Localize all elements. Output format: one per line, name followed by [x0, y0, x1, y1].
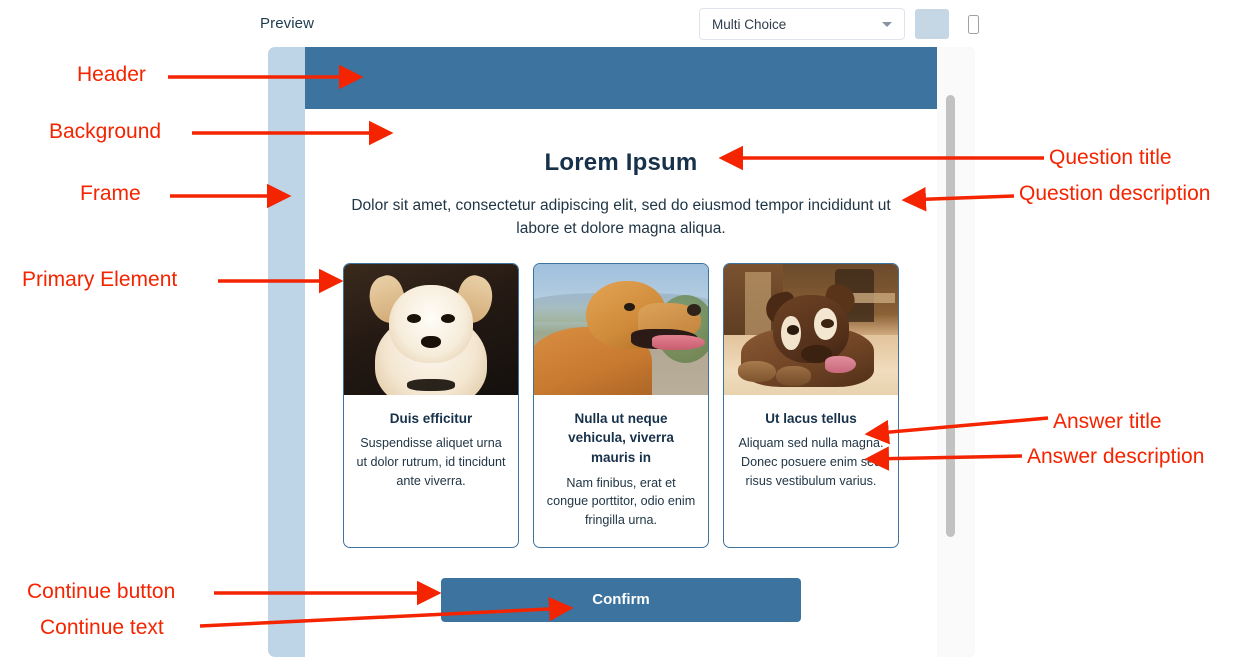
answer-description: Aliquam sed nulla magna. Donec posuere e… [738, 436, 884, 489]
annotation-label-question-title: Question title [1049, 146, 1172, 169]
annotation-label-continue-text: Continue text [40, 616, 164, 639]
preview-scrollbar[interactable] [937, 47, 975, 657]
answer-text: Nulla ut neque vehicula, viverra mauris … [534, 395, 708, 540]
continue-button-wrap: Confirm [327, 577, 915, 622]
scrollbar-track[interactable] [946, 47, 955, 657]
answer-card[interactable]: Nulla ut neque vehicula, viverra mauris … [533, 262, 709, 548]
question-description: Dolor sit amet, consectetur adipiscing e… [351, 197, 891, 237]
desktop-view-button[interactable] [915, 9, 949, 39]
answer-text: Ut lacus tellus Aliquam sed nulla magna.… [724, 395, 898, 501]
mobile-view-button[interactable] [956, 9, 990, 39]
answer-card-list: Duis efficitur Suspendisse aliquet urna … [327, 262, 915, 548]
monitor-icon [923, 16, 942, 33]
preview-frame: Lorem Ipsum Dolor sit amet, consectetur … [268, 47, 975, 657]
annotation-label-primary-element: Primary Element [22, 268, 178, 291]
page-title: Preview [260, 15, 315, 32]
annotation-label-answer-description: Answer description [1027, 445, 1205, 468]
answer-image [344, 263, 518, 395]
answer-card[interactable]: Duis efficitur Suspendisse aliquet urna … [343, 262, 519, 548]
answer-image [534, 263, 708, 395]
answer-title: Nulla ut neque vehicula, viverra mauris … [568, 410, 674, 465]
answer-description: Nam finibus, erat et congue porttitor, o… [546, 475, 696, 528]
preview-background: Lorem Ipsum Dolor sit amet, consectetur … [305, 47, 937, 657]
toolbar-controls: Multi Choice [699, 8, 990, 40]
preview-header-bar [305, 47, 937, 109]
screenshot-root: Preview Multi Choice Lorem Ipsum Dolor s… [0, 0, 1250, 667]
answer-title: Duis efficitur [389, 410, 473, 426]
answer-description: Suspendisse aliquet urna ut dolor rutrum… [356, 436, 506, 489]
answer-title: Ut lacus tellus [765, 410, 857, 426]
question-type-select-value: Multi Choice [712, 16, 787, 32]
question-type-select[interactable]: Multi Choice [699, 8, 905, 40]
annotation-label-question-description: Question description [1019, 182, 1211, 205]
annotation-label-frame: Frame [80, 182, 141, 205]
scrollbar-thumb[interactable] [946, 95, 955, 537]
annotation-label-answer-title: Answer title [1053, 410, 1162, 433]
annotation-label-continue-button: Continue button [27, 580, 176, 603]
annotation-label-header: Header [77, 63, 146, 86]
preview-toolbar: Preview Multi Choice [260, 0, 990, 47]
chevron-down-icon [882, 22, 892, 27]
continue-button[interactable]: Confirm [441, 577, 801, 622]
preview-content: Lorem Ipsum Dolor sit amet, consectetur … [305, 149, 937, 622]
view-mode-toggle [915, 9, 990, 39]
answer-image [724, 263, 898, 395]
answer-card[interactable]: Ut lacus tellus Aliquam sed nulla magna.… [723, 262, 899, 548]
phone-icon [967, 14, 979, 34]
answer-text: Duis efficitur Suspendisse aliquet urna … [344, 395, 518, 501]
question-title: Lorem Ipsum [544, 149, 698, 176]
annotation-label-background: Background [49, 120, 162, 143]
